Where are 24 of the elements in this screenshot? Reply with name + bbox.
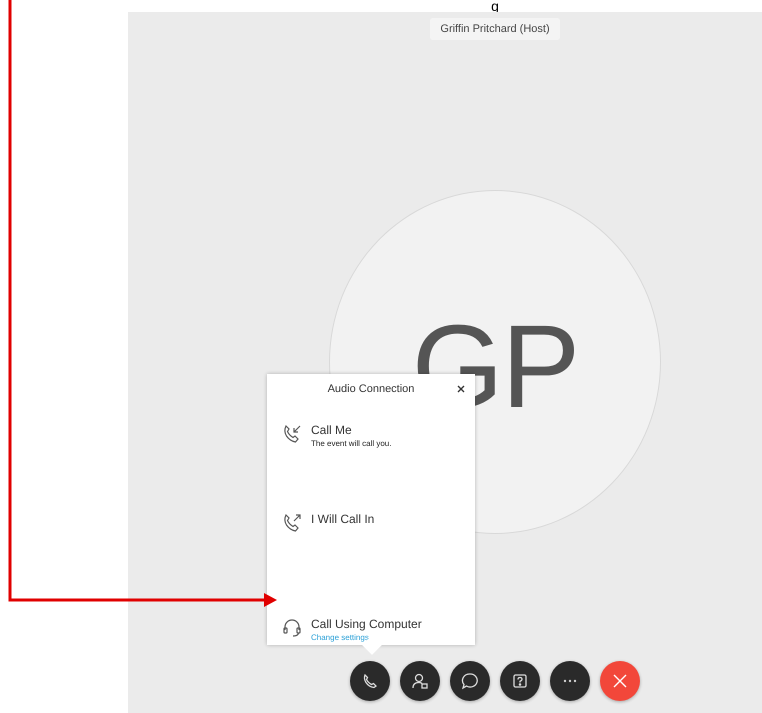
qa-button[interactable] [500,661,540,701]
chat-bubble-icon [461,672,479,690]
close-icon [612,673,628,689]
audio-option[interactable]: I Will Call In [267,512,475,617]
audio-option[interactable]: Call Me The event will call you. [267,422,475,512]
chat-button[interactable] [450,661,490,701]
option-label: Call Using Computer [311,616,422,631]
popup-title: Audio Connection [328,383,414,395]
option-label: Call Me [311,422,353,437]
headset-icon [281,616,303,639]
question-icon [512,673,528,689]
host-label: Griffin Pritchard (Host) [430,18,560,40]
option-description: The event will call you. [311,438,392,448]
option-label: I Will Call In [311,512,374,526]
participants-button[interactable] [400,661,440,701]
audio-option[interactable]: Call Using Computer Change settings [267,616,475,645]
more-icon [562,679,578,683]
phone-icon [362,673,378,689]
audio-button[interactable] [350,661,390,701]
more-button[interactable] [550,661,590,701]
person-icon [411,672,429,690]
close-icon [457,385,465,393]
leave-button[interactable] [600,661,640,701]
close-button[interactable] [455,383,467,395]
